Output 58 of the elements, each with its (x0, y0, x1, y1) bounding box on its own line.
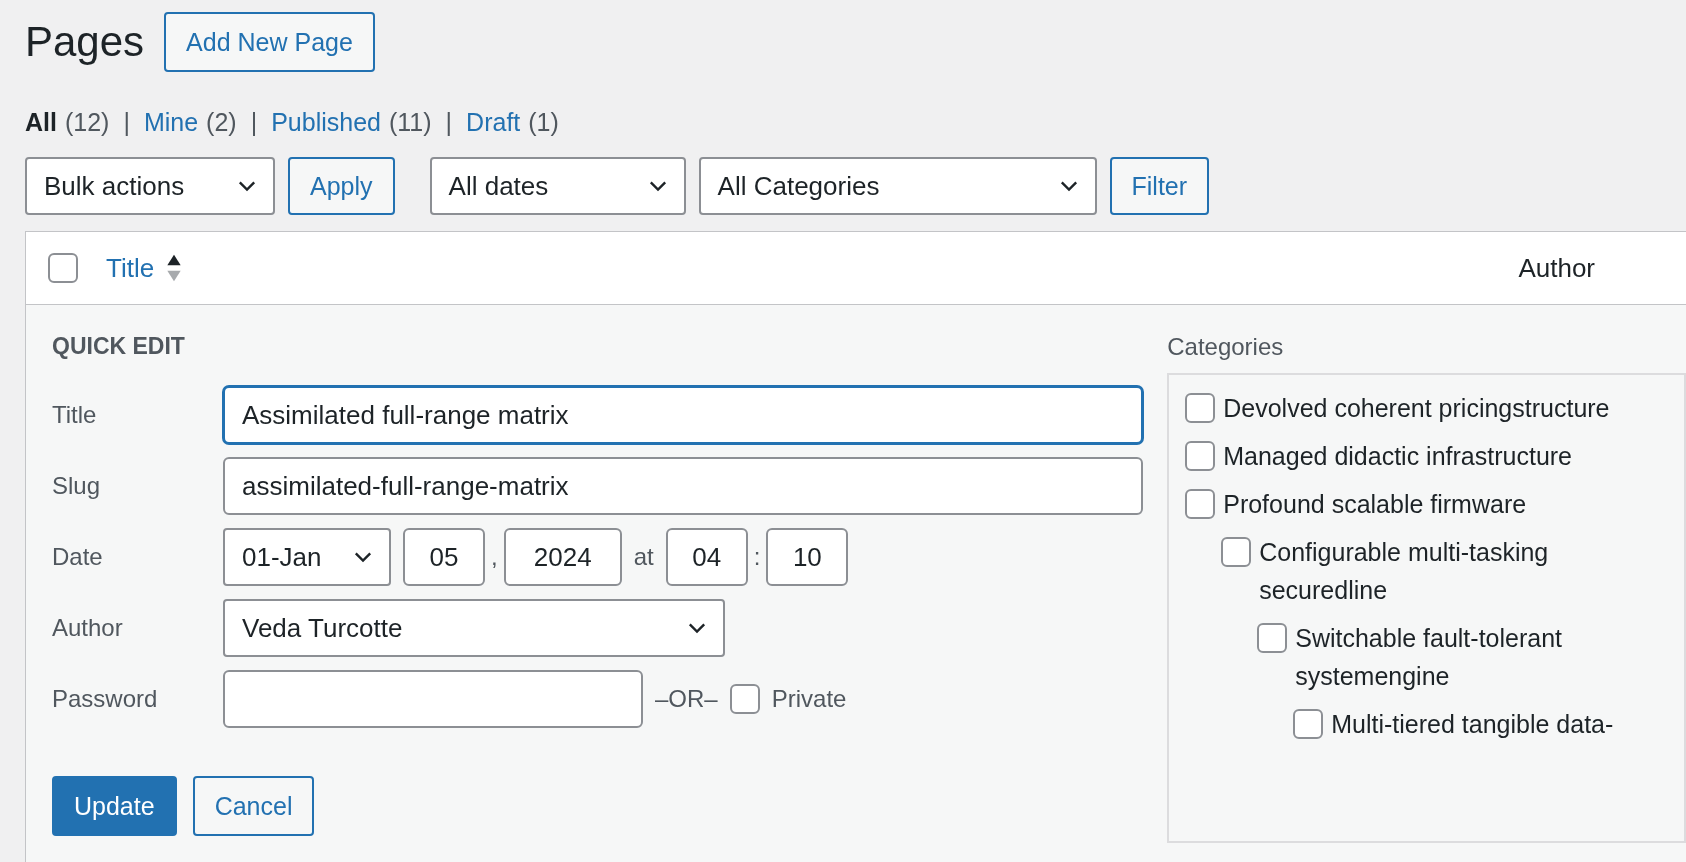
category-checkbox[interactable] (1293, 709, 1324, 739)
categories-dropdown[interactable]: All Categories (698, 157, 1097, 215)
status-filter-link[interactable]: Published (271, 108, 381, 137)
field-label: Slug (52, 472, 102, 500)
or-text: –OR– (655, 685, 718, 713)
status-count: (1) (528, 108, 559, 137)
private-label: Private (771, 685, 847, 713)
category-label: Devolved coherent pricingstructure (1223, 393, 1611, 424)
title-column-link[interactable]: Title (106, 252, 155, 284)
cancel-button[interactable]: Cancel (192, 776, 315, 836)
apply-button[interactable]: Apply (288, 157, 395, 215)
bulk-actions-dropdown[interactable]: Bulk actions (25, 157, 275, 215)
slug-input-field[interactable]: assimilated-full-range-matrix (223, 457, 1144, 515)
author-dropdown[interactable]: Veda Turcotte (223, 599, 725, 657)
status-filter-link[interactable]: All (25, 108, 57, 137)
month-dropdown[interactable]: 01-Jan (223, 528, 391, 586)
hour-input-field[interactable]: 04 (665, 528, 748, 586)
separator-text: | (250, 108, 258, 137)
filter-button[interactable]: Filter (1109, 157, 1210, 215)
sort-icon (166, 253, 183, 283)
colon-text: : (753, 543, 761, 571)
category-label: Multi-tiered tangible data- (1331, 709, 1615, 740)
status-count: (2) (206, 108, 237, 137)
page-title: Pages (25, 18, 145, 66)
at-text: at (633, 543, 654, 571)
day-input-field[interactable]: 05 (403, 528, 485, 586)
status-count: (12) (64, 108, 110, 137)
category-checkbox[interactable] (1221, 537, 1252, 567)
field-label: Title (52, 401, 98, 429)
field-label: Date (52, 543, 104, 571)
dates-dropdown[interactable]: All dates (429, 157, 686, 215)
category-label: Switchable fault-tolerant systemengine (1295, 623, 1564, 692)
category-label: Managed didactic infrastructure (1223, 441, 1573, 472)
category-checkbox[interactable] (1185, 393, 1216, 423)
password-input-field[interactable] (223, 670, 643, 728)
private-checkbox[interactable] (729, 684, 760, 714)
update-button[interactable]: Update (52, 776, 177, 836)
add-new-page-button[interactable]: Add New Page (164, 12, 375, 72)
comma-text: , (491, 543, 498, 571)
status-count: (11) (389, 108, 432, 137)
field-label: Password (52, 685, 159, 713)
minute-input-field[interactable]: 10 (766, 528, 849, 586)
status-filter-link[interactable]: Draft (466, 108, 521, 137)
category-label: Profound scalable firmware (1223, 489, 1528, 520)
status-filter-link[interactable]: Mine (143, 108, 199, 137)
categories-label: Categories (1167, 333, 1285, 362)
author-column-heading: Author (1518, 252, 1595, 284)
quick-edit-heading: QUICK EDIT (52, 333, 186, 361)
title-input-field[interactable]: Assimilated full-range matrix (223, 386, 1144, 444)
category-label: Configurable multi-tasking securedline (1259, 537, 1550, 606)
category-checkbox[interactable] (1257, 623, 1288, 653)
category-checkbox[interactable] (1185, 489, 1216, 519)
select-all-checkbox[interactable] (48, 253, 78, 283)
category-checkbox[interactable] (1185, 441, 1216, 471)
separator-text: | (445, 108, 453, 137)
year-input-field[interactable]: 2024 (503, 528, 622, 586)
separator-text: | (123, 108, 130, 137)
field-label: Author (52, 614, 124, 642)
